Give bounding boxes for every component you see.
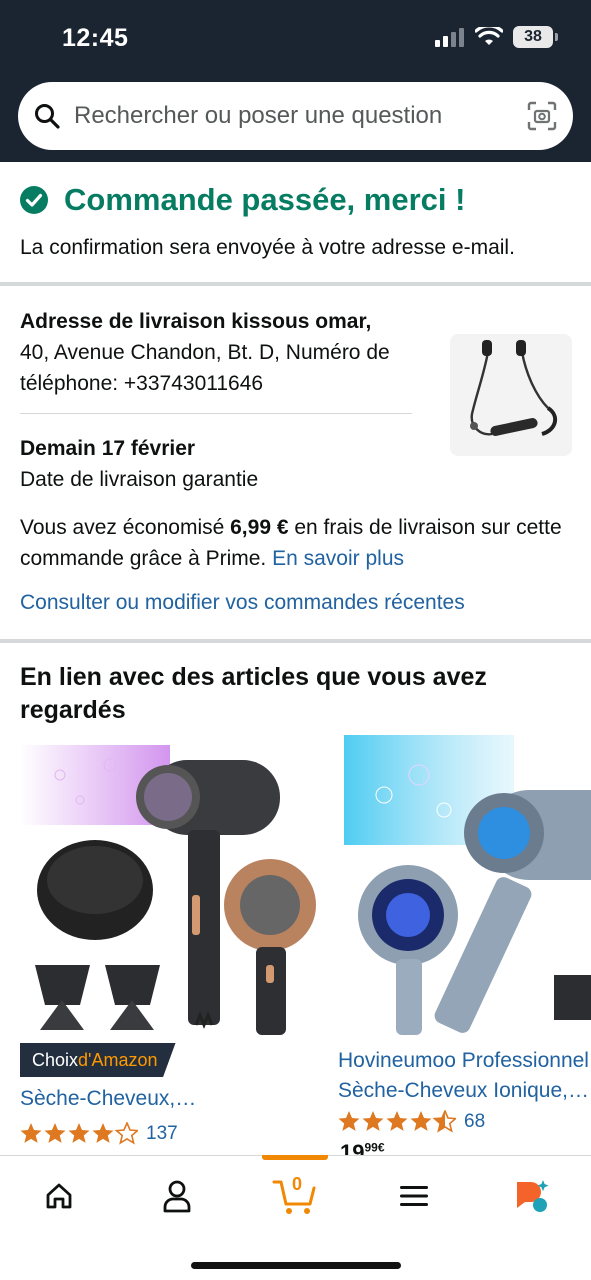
order-confirmation: Commande passée, merci ! (20, 182, 465, 218)
badge-prefix: Choix (32, 1049, 79, 1070)
nav-rufus[interactable] (506, 1176, 556, 1216)
product-title-line1: Hovineumoo Professionnel (338, 1049, 589, 1072)
section-divider (0, 639, 591, 643)
wifi-icon (475, 27, 503, 45)
badge-brand: d'Amazon (78, 1049, 158, 1070)
price-currency: € (377, 1140, 385, 1155)
user-icon (163, 1180, 191, 1213)
camera-scan-icon[interactable] (527, 101, 557, 131)
confirmation-subtitle: La confirmation sera envoyée à votre adr… (20, 236, 515, 259)
savings-prefix: Vous avez économisé (20, 516, 231, 539)
price-fraction: 99 (364, 1140, 378, 1155)
nav-menu[interactable] (389, 1176, 439, 1216)
product-title[interactable]: Hovineumoo Professionnel Sèche-Cheveux I… (338, 1046, 591, 1106)
top-header: 12:45 38 Rechercher ou poser une questio… (0, 0, 591, 162)
delivery-note: Date de livraison garantie (20, 468, 259, 491)
nav-account[interactable] (152, 1176, 202, 1216)
rating-count: 68 (464, 1111, 486, 1132)
active-tab-indicator (262, 1155, 328, 1160)
learn-more-link[interactable]: En savoir plus (272, 547, 404, 570)
confirmation-title: Commande passée, merci ! (64, 182, 466, 217)
related-section-title: En lien avec des articles que vous avez … (20, 663, 487, 724)
product-image-hair-dryer-set[interactable] (20, 735, 328, 1035)
prime-savings: Vous avez économisé 6,99 € en frais de l… (20, 512, 580, 574)
product-image-ionic-hair-dryer[interactable] (344, 735, 591, 1035)
star-rating-icon (338, 1110, 456, 1133)
product-title-line2: Sèche-Cheveux Ionique,… (338, 1079, 589, 1102)
status-icons: 38 (435, 26, 558, 48)
product-title[interactable]: Sèche-Cheveux,… (20, 1087, 196, 1111)
signal-icon (435, 28, 464, 47)
search-input[interactable]: Rechercher ou poser une question (74, 102, 527, 130)
home-icon (46, 1183, 72, 1209)
address-line: 40, Avenue Chandon, Bt. D, Numéro de tél… (20, 341, 390, 395)
address-label: Adresse de livraison kissous omar, (20, 310, 372, 333)
delivery-date: Demain 17 février (20, 437, 196, 460)
search-icon (35, 104, 60, 129)
ionic-hair-dryer-image (344, 735, 591, 1035)
rating-count: 137 (146, 1123, 178, 1144)
nav-home[interactable] (34, 1176, 84, 1216)
menu-icon (400, 1186, 428, 1206)
battery-indicator: 38 (513, 26, 558, 48)
nav-cart[interactable]: 0 (270, 1174, 320, 1216)
view-orders-link[interactable]: Consulter ou modifier vos commandes réce… (20, 591, 465, 615)
home-indicator (191, 1262, 401, 1269)
check-circle-icon (20, 186, 48, 214)
ordered-product-thumbnail[interactable] (450, 334, 572, 456)
delivery-info: Demain 17 février Date de livraison gara… (20, 433, 258, 495)
shipping-address: Adresse de livraison kissous omar, 40, A… (20, 306, 420, 399)
cart-count: 0 (292, 1174, 303, 1194)
neckband-earphones-image (470, 340, 558, 436)
product-rating[interactable]: 68 (338, 1110, 485, 1134)
section-divider (0, 282, 591, 286)
search-bar[interactable]: Rechercher ou poser une question (18, 82, 573, 150)
hair-dryer-image (20, 745, 316, 1035)
savings-amount: 6,99 € (230, 516, 289, 539)
amazons-choice-badge: Choix d'Amazon (20, 1043, 176, 1077)
product-rating[interactable]: 137 (20, 1122, 178, 1146)
status-time: 12:45 (62, 24, 129, 52)
rufus-assistant-icon (517, 1180, 549, 1212)
address-divider (20, 413, 412, 414)
star-rating-icon (20, 1122, 138, 1145)
